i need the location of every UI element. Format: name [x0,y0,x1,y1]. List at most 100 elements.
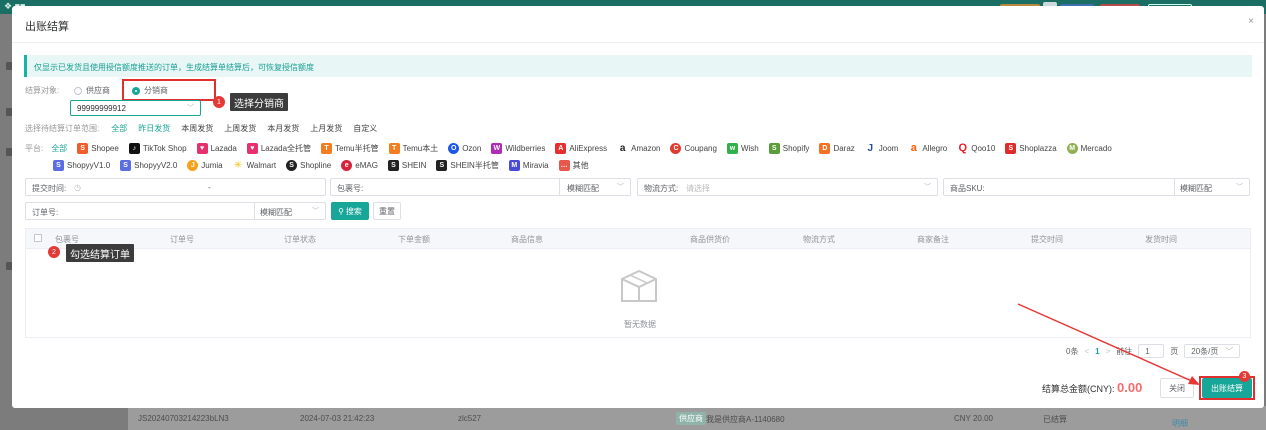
radio-label: 供应商 [86,86,110,95]
radio-supplier[interactable]: 供应商 [74,85,110,96]
highlight-box [122,79,216,101]
platform-qoo10[interactable]: Q Qoo10 [957,143,995,154]
platform-shein[interactable]: S SHEIN [387,160,426,171]
chevron-down-icon: ﹀ [924,184,931,191]
divider [1174,179,1175,195]
total-label: 结算总金额(CNY): [1042,384,1115,394]
search-button[interactable]: ⚲ 搜索 [331,202,369,220]
range-this-week[interactable]: 本周发货 [181,123,213,134]
match-mode[interactable]: 模糊匹配 [260,207,292,218]
platform-shopyy-v2[interactable]: S ShopyyV2.0 [120,160,177,171]
match-mode[interactable]: 模糊匹配 [567,183,599,194]
order-search[interactable]: 订单号: 模糊匹配 ﹀ [25,202,326,220]
background-table-row: JS20240703214223bLN3 2024-07-03 21:42:23… [128,406,1266,430]
platform-shoplazza[interactable]: S Shoplazza [1005,143,1057,154]
package-label: 包裹号: [337,184,364,193]
col-logistics: 物流方式 [803,235,835,244]
platform-temu-semi[interactable]: T Temu半托管 [321,143,379,154]
platform-shopline[interactable]: S Shopline [286,160,331,171]
platform-shopyy-v1[interactable]: S ShopyyV1.0 [53,160,110,171]
date-separator: - [208,183,211,192]
shopyy-icon: S [120,160,132,171]
other-icon: … [558,160,570,171]
platform-aliexpress[interactable]: A AliExpress [555,143,607,154]
next-page-icon[interactable]: > [1106,347,1111,356]
shopyy-icon: S [53,160,64,171]
platform-temu-local[interactable]: T Temu本土 [388,143,438,154]
total-count: 0条 [1066,346,1079,356]
sku-search[interactable]: 商品SKU: 模糊匹配 ﹀ [943,178,1250,196]
bg-detail-link[interactable]: 明细 [1172,418,1188,429]
platform-walmart[interactable]: ✳ Walmart [232,160,276,171]
notice-text: 仅显示已发货且使用授信额度推送的订单，生成结算单结算后，可恢复授信额度 [34,63,314,72]
daraz-icon: D [819,143,831,154]
platform-miravia[interactable]: M Miravia [508,160,549,171]
platform-other[interactable]: … 其他 [558,160,589,171]
distributor-select[interactable]: 99999999912 ﹀ [70,100,201,116]
range-last-month[interactable]: 上月发货 [310,123,342,134]
orders-table: 包裹号 订单号 订单状态 下单金额 商品信息 商品供货价 物流方式 商家备注 提… [25,228,1251,338]
col-amount: 下单金额 [398,235,430,244]
qoo10-icon: Q [957,142,969,154]
col-ship-time: 发货时间 [1145,235,1177,244]
submit-time-range[interactable]: 提交时间: ◷ - [25,178,326,196]
miravia-icon: M [508,160,520,171]
platform-label: 平台: [25,144,44,153]
info-notice: 仅显示已发货且使用授信额度推送的订单，生成结算单结算后，可恢复授信额度 [24,55,1252,77]
select-all-checkbox[interactable] [34,234,42,242]
platform-tiktok[interactable]: ♪ TikTok Shop [128,143,187,154]
empty-box-icon [621,269,657,302]
settle-target-label: 结算对象: [25,86,60,95]
page-number[interactable]: 1 [1095,347,1099,356]
platform-allegro[interactable]: a Allegro [908,143,947,154]
range-last-week[interactable]: 上周发货 [224,123,256,134]
step-tip-2: 勾选结算订单 [66,244,134,262]
close-button[interactable]: 关闭 [1160,378,1194,398]
shopee-icon: S [77,143,89,154]
platform-shein-semi[interactable]: S SHEIN半托管 [436,160,499,171]
platform-all[interactable]: 全部 [51,143,67,154]
radio-circle [74,86,82,95]
platform-wish[interactable]: w Wish [726,143,759,154]
platform-shopee[interactable]: S Shopee [77,143,119,154]
pagination: 0条 < 1 > 前往 1 页 20条/页 ﹀ [1066,343,1241,359]
platform-coupang[interactable]: C Coupang [670,143,717,154]
lazada-icon: ♥ [246,143,258,154]
step-tip-1: 选择分销商 [230,93,288,111]
search-icon: ⚲ [338,206,344,216]
bg-package: JS20240703214223bLN3 [138,414,229,423]
platform-shopify[interactable]: S Shopify [768,143,809,154]
platform-mercado[interactable]: M Mercado [1066,143,1112,154]
wish-icon: w [726,143,738,154]
page-size-select[interactable]: 20条/页 ﹀ [1184,344,1241,358]
platform-joom[interactable]: J Joom [864,143,898,154]
range-this-month[interactable]: 本月发货 [267,123,299,134]
logistics-select[interactable]: 物流方式: 请选择 ﹀ [637,178,938,196]
range-all[interactable]: 全部 [111,123,127,134]
goto-label: 前往 [1116,346,1133,356]
coupang-icon: C [670,143,682,154]
prev-page-icon[interactable]: < [1084,347,1089,356]
bg-user: zlc527 [458,414,482,423]
close-icon[interactable]: × [1248,16,1254,27]
col-status: 订单状态 [284,235,316,244]
range-custom[interactable]: 自定义 [353,123,377,134]
temu-icon: T [321,143,333,154]
package-search[interactable]: 包裹号: 模糊匹配 ﹀ [330,178,631,196]
platform-daraz[interactable]: D Daraz [819,143,855,154]
platform-jumia[interactable]: J Jumia [187,160,223,171]
platform-lazada[interactable]: ♥ Lazada [196,143,237,154]
chevron-down-icon: ﹀ [617,184,624,191]
platform-ozon[interactable]: O Ozon [448,143,481,154]
bg-supplier: 我是供应商A-1140680 [706,415,785,424]
match-mode[interactable]: 模糊匹配 [1180,183,1212,194]
platform-emag[interactable]: e eMAG [341,160,378,171]
goto-page-input[interactable]: 1 [1138,344,1165,358]
dialog-title: 出账结算 [25,21,69,33]
platform-lazada-full[interactable]: ♥ Lazada全托管 [246,143,311,154]
range-yesterday[interactable]: 昨日发货 [138,123,170,134]
platform-amazon[interactable]: a Amazon [617,143,660,154]
reset-button[interactable]: 重置 [373,202,401,220]
platform-wildberries[interactable]: W Wildberries [491,143,545,154]
col-order: 订单号 [170,235,194,244]
